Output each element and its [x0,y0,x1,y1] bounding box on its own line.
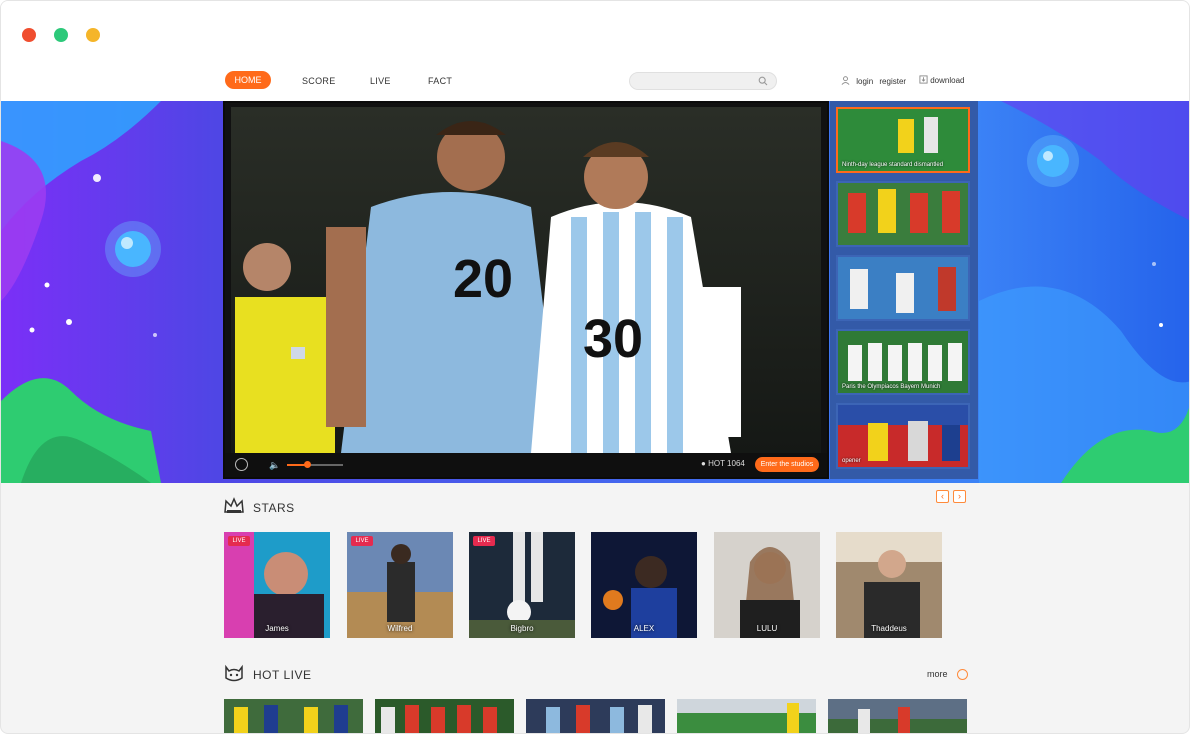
star-name: Bigbro [510,624,534,633]
svg-text:30: 30 [583,309,643,369]
nav-fact-tab[interactable]: FACT [428,76,452,86]
live-thumb [224,699,363,733]
star-name: Wilfred [387,624,413,633]
browser-window: HOME SCORE LIVE FACT login register down… [0,0,1190,734]
live-thumb [375,699,514,733]
user-icon [841,76,850,85]
hero-banner: 20 30 🔈 ● HOT 1064 Enter the studios Nin… [1,101,1189,483]
video-frame[interactable]: 20 30 [231,107,821,453]
download-icon [919,75,928,84]
more-arrow-icon[interactable] [957,669,968,680]
star-card[interactable]: LIVE Bigbro [469,532,575,638]
star-photo [836,532,942,638]
side-thumb[interactable]: Ninth-day league standard dismantled [836,107,970,173]
side-thumb[interactable] [836,255,970,321]
star-card[interactable]: LIVE James [224,532,330,638]
live-badge: LIVE [351,536,373,546]
nav-live-tab[interactable]: LIVE [370,76,391,86]
live-badge: LIVE [228,536,250,546]
volume-knob[interactable] [303,461,311,468]
auth-links: login register [841,76,906,86]
live-thumb [828,699,967,733]
search-input[interactable] [629,72,777,90]
nav-score-tab[interactable]: SCORE [302,76,336,86]
register-link[interactable]: register [879,77,906,86]
thumb-image [838,257,968,319]
star-name: Thaddeus [871,624,907,633]
close-button[interactable] [22,28,36,42]
live-card[interactable] [677,699,816,733]
side-thumb[interactable]: Paris the Olympiacos Bayern Munich [836,329,970,395]
live-card[interactable] [375,699,514,733]
hot-live-title: HOT LIVE [253,668,312,682]
star-card[interactable]: ALEX [591,532,697,638]
star-name: LULU [756,624,778,633]
star-photo [714,532,820,638]
search-icon[interactable] [758,76,768,86]
stars-title: STARS [253,501,295,515]
live-thumb [677,699,816,733]
maximize-button[interactable] [86,28,100,42]
nav-home-tab[interactable]: HOME [225,71,271,89]
video-player[interactable]: 20 30 🔈 ● HOT 1064 Enter the studios [223,101,829,479]
minimize-button[interactable] [54,28,68,42]
login-link[interactable]: login [856,77,873,86]
title-bar [1,1,1189,67]
hot-counter: ● HOT 1064 [701,459,745,468]
live-card[interactable] [224,699,363,733]
thumb-image [838,183,968,245]
star-name: ALEX [633,624,655,633]
live-thumb [526,699,665,733]
related-videos-panel: Ninth-day league standard dismantled Par… [830,101,978,479]
live-badge: LIVE [473,536,495,546]
side-thumb[interactable] [836,181,970,247]
crown-icon [224,497,244,513]
volume-slider[interactable] [287,461,343,468]
next-arrow-button[interactable]: › [953,490,966,503]
live-card[interactable] [828,699,967,733]
prev-arrow-button[interactable]: ‹ [936,490,949,503]
cat-face-icon [225,664,243,682]
star-photo [591,532,697,638]
top-nav: HOME SCORE LIVE FACT login register down… [1,67,1189,101]
more-link[interactable]: more [927,669,948,679]
flame-icon: ● [701,459,706,468]
side-thumb[interactable]: opener [836,403,970,469]
player-controls: 🔈 ● HOT 1064 Enter the studios [225,453,827,477]
live-card[interactable] [526,699,665,733]
star-name: James [265,624,289,633]
enter-studio-button[interactable]: Enter the studios [755,457,819,472]
star-card[interactable]: LIVE Wilfred [347,532,453,638]
download-link[interactable]: download [919,75,964,85]
star-card[interactable]: Thaddeus [836,532,942,638]
star-photo [347,532,453,638]
volume-icon[interactable]: 🔈 [269,460,280,471]
svg-text:20: 20 [453,249,513,309]
match-photo: 20 30 [231,107,821,453]
play-button[interactable] [235,458,248,471]
star-photo [469,532,575,638]
star-photo [224,532,330,638]
star-card[interactable]: LULU [714,532,820,638]
